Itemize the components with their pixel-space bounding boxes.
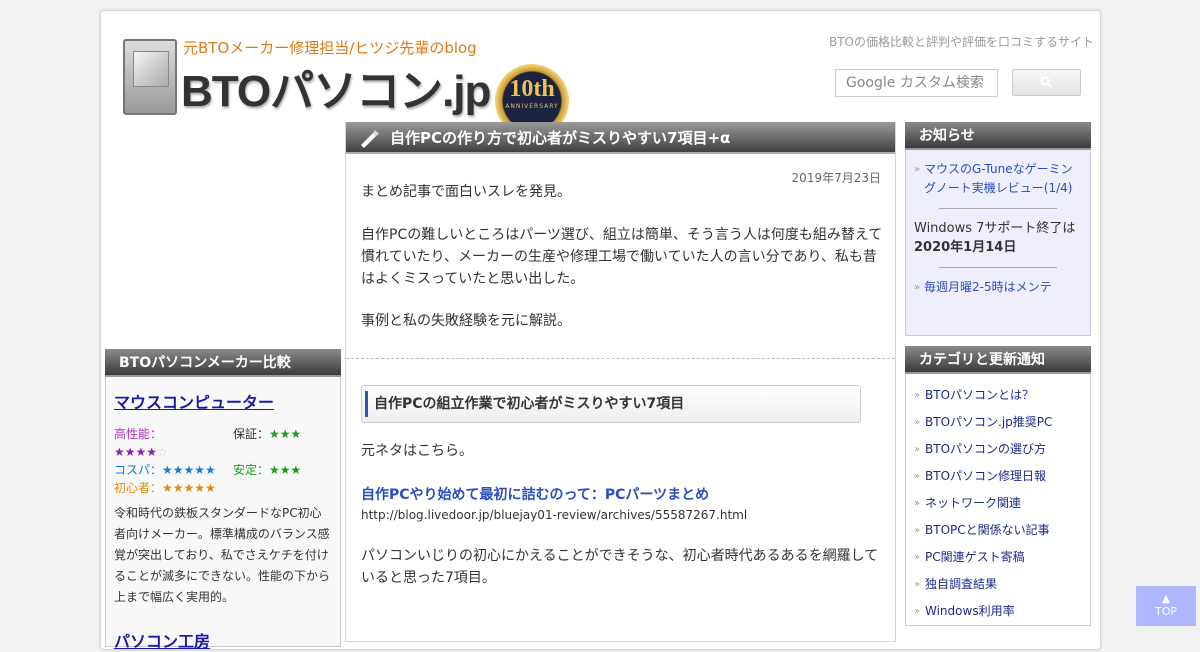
category-item[interactable]: BTOパソコンとは？ — [914, 382, 1082, 409]
badge-number: 10th — [509, 76, 555, 102]
site-tagline: BTOの価格比較と評判や評価を口コミするサイト — [828, 35, 1094, 49]
back-to-top-button[interactable]: ▲ TOP — [1136, 586, 1196, 626]
article-title: 自作PCの作り方で初心者がミスりやすい7項目+α — [390, 129, 731, 147]
rating-label: 安定： — [233, 463, 270, 477]
section-heading: 自作PCの組立作業で初心者がミスりやすい7項目 — [361, 385, 861, 423]
paragraph: 元ネタはこちら。 — [361, 443, 473, 459]
rating-label: 初心者： — [114, 481, 163, 495]
maker-compare-heading: BTOパソコンメーカー比較 — [105, 349, 341, 377]
rating-empty-star: ☆ — [157, 445, 168, 459]
maker-link-pckoubou[interactable]: パソコン工房 — [114, 628, 332, 652]
notice-link-maintenance[interactable]: 毎週月曜2-5時はメンテ — [914, 278, 1082, 297]
article: 自作PCの作り方で初心者がミスりやすい7項目+α 2019年7月23日 まとめ記… — [345, 122, 896, 642]
notice-box: マウスのG-Tuneなゲーミングノート実機レビュー(1/4) Windows 7… — [905, 150, 1091, 336]
notice-text-line: Windows 7サポート終了は — [914, 221, 1076, 236]
category-item[interactable]: 独自調査結果 — [914, 571, 1082, 598]
category-item[interactable]: BTOPCと関係ない記事 — [914, 517, 1082, 544]
category-list: BTOパソコンとは？ BTOパソコン.jp推奨PC BTOパソコンの選び方 BT… — [905, 374, 1091, 626]
rating-row: コスパ：★★★★★ 安定：★★★ — [114, 461, 332, 479]
category-item[interactable]: Windows利用率 — [914, 598, 1082, 625]
search-icon — [1040, 76, 1053, 89]
notice-date: 2020年1月14日 — [914, 240, 1017, 255]
paragraph: まとめ記事で面白いスレを発見。 — [361, 184, 571, 200]
arrow-up-icon: ▲ — [1161, 592, 1171, 605]
rating-stars: ★★★ — [269, 463, 302, 477]
rating-row: 高性能： ★★★★☆ 保証：★★★ — [114, 425, 332, 461]
maker-description: 令和時代の鉄板スタンダードなPC初心者向けメーカー。標準構成のバランス感覚が突出… — [114, 506, 331, 604]
cpu-chip-icon — [123, 39, 177, 115]
site-logo[interactable]: 元BTOメーカー修理担当/ヒツジ先輩のblog BTOパソコン.jp 10th … — [123, 37, 569, 138]
category-item[interactable]: BTOパソコン.jp推奨PC — [914, 409, 1082, 436]
category-heading: カテゴリと更新通知 — [905, 346, 1091, 374]
top-label: TOP — [1154, 605, 1177, 618]
right-sidebar: お知らせ マウスのG-Tuneなゲーミングノート実機レビュー(1/4) Wind… — [905, 122, 1091, 626]
article-title-bar: 自作PCの作り方で初心者がミスりやすい7項目+α — [346, 122, 895, 154]
search-button[interactable] — [1012, 69, 1081, 96]
notice-heading: お知らせ — [905, 122, 1091, 150]
rating-stars: ★★★★★ — [162, 463, 216, 477]
page-wrapper: 元BTOメーカー修理担当/ヒツジ先輩のblog BTOパソコン.jp 10th … — [100, 10, 1101, 651]
pen-icon — [361, 130, 379, 148]
rating-stars: ★★★★ — [114, 445, 158, 459]
paragraph: 事例と私の失敗経験を元に解説。 — [361, 313, 571, 329]
divider — [939, 208, 1057, 209]
search-input[interactable] — [835, 69, 998, 97]
notice-link-gtune[interactable]: マウスのG-Tuneなゲーミングノート実機レビュー(1/4) — [914, 160, 1082, 198]
category-item[interactable]: BTOパソコン修理日報 — [914, 463, 1082, 490]
source-link[interactable]: 自作PCやり始めて最初に詰むのって：PCパーツまとめ — [361, 484, 709, 504]
notice-text: Windows 7サポート終了は 2020年1月14日 — [914, 219, 1082, 257]
rating-label: コスパ： — [114, 463, 163, 477]
category-item[interactable]: ネットワーク関連 — [914, 490, 1082, 517]
source-url: http://blog.livedoor.jp/bluejay01-review… — [361, 508, 748, 522]
category-item[interactable]: PC関連ゲスト寄稿 — [914, 544, 1082, 571]
logo-title: BTOパソコン.jp — [181, 67, 491, 116]
left-sidebar: BTOパソコンメーカー比較 マウスコンピューター 高性能：★★★★☆ 保証：★★… — [105, 349, 341, 651]
rating-label: 保証： — [233, 427, 270, 441]
rating-row: 初心者：★★★★★ — [114, 479, 332, 497]
badge-text: ANNIVERSARY — [505, 103, 559, 110]
maker-link-mouse[interactable]: マウスコンピューター — [114, 389, 332, 413]
rating-label: 高性能： — [114, 427, 163, 441]
category-item[interactable]: BTOパソコンの選び方 — [914, 436, 1082, 463]
rating-stars: ★★★★★ — [162, 481, 216, 495]
paragraph: パソコンいじりの初心にかえることができそうな、初心者時代あるあるを網羅していると… — [361, 548, 879, 586]
divider — [346, 358, 895, 359]
rating-stars: ★★★ — [269, 427, 302, 441]
divider — [939, 267, 1057, 268]
maker-compare-box: マウスコンピューター 高性能：★★★★☆ 保証：★★★ コスパ：★★★★★ 安定… — [105, 377, 341, 651]
paragraph: 自作PCの難しいところはパーツ選び、組立は簡単、そう言う人は何度も組み替えて慣れ… — [361, 227, 883, 287]
